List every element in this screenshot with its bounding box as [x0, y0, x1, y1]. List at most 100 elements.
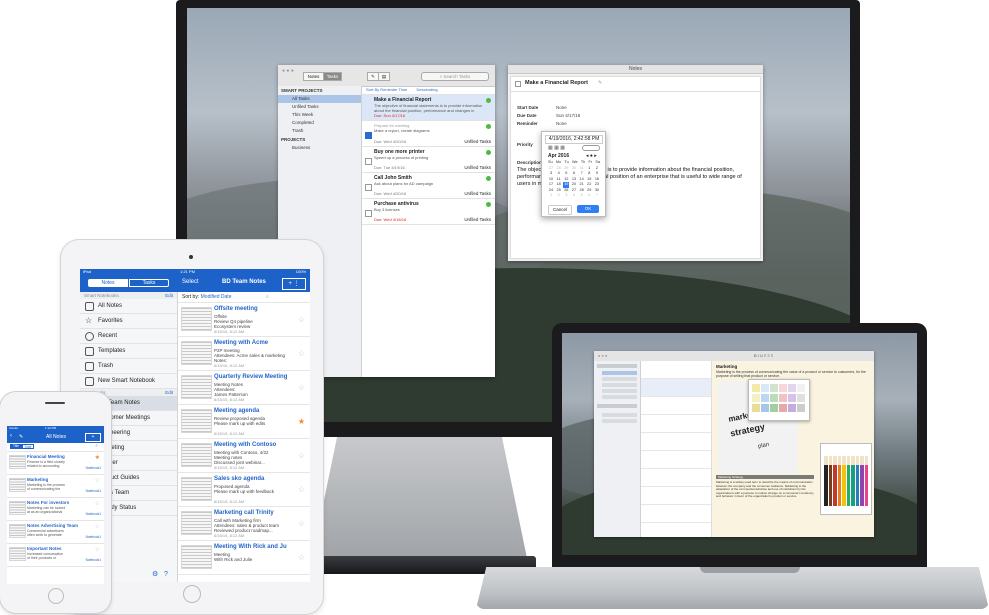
- reminder-value[interactable]: None: [556, 121, 567, 126]
- tab-title[interactable]: Title: [10, 444, 22, 449]
- task-checkbox[interactable]: [365, 158, 372, 165]
- pencil-swatch[interactable]: [837, 456, 841, 506]
- list-item[interactable]: [641, 505, 711, 523]
- calendar-day[interactable]: 7: [594, 193, 600, 199]
- add-note-icon[interactable]: + ⋮: [282, 278, 306, 290]
- sidebar-item-this-week[interactable]: This Week: [278, 111, 361, 119]
- color-swatch[interactable]: [752, 404, 760, 412]
- notebook-link[interactable]: Notebook1: [86, 489, 101, 493]
- complete-check-icon[interactable]: [486, 124, 491, 129]
- sidebar-item-unfiled-tasks[interactable]: Unfiled Tasks: [278, 103, 361, 111]
- list-item[interactable]: [641, 397, 711, 415]
- favorite-star-icon[interactable]: ☆: [298, 451, 305, 460]
- favorite-star-icon[interactable]: ☆: [95, 500, 100, 507]
- task-detail-title[interactable]: Make a Financial Report: [525, 80, 588, 86]
- color-swatch[interactable]: [761, 384, 769, 392]
- notebook-link[interactable]: Notebook1: [86, 558, 101, 562]
- edit-button[interactable]: Edit: [165, 389, 173, 396]
- list-item[interactable]: [641, 487, 711, 505]
- note-card[interactable]: Meeting agenda Review proposed agenda Plea…: [178, 405, 310, 439]
- pencil-swatch[interactable]: [828, 456, 832, 506]
- compose-icon[interactable]: ✎: [19, 434, 23, 440]
- list-item[interactable]: [641, 415, 711, 433]
- sidebar-item-business[interactable]: Business: [278, 144, 361, 152]
- sidebar-item-recent[interactable]: Recent: [80, 329, 177, 344]
- datetime-field[interactable]: 4/19/2016, 2:42:58 PM: [545, 135, 603, 144]
- sort-value[interactable]: Modified Date: [201, 294, 232, 300]
- search-tasks-input[interactable]: ⌕ Search Tasks: [421, 72, 489, 81]
- cancel-button[interactable]: Cancel: [548, 205, 572, 215]
- pencil-swatch[interactable]: [842, 456, 846, 506]
- list-item[interactable]: [641, 451, 711, 469]
- tab-notes[interactable]: Notes: [88, 279, 128, 287]
- ok-button[interactable]: OK: [577, 205, 599, 213]
- complete-check-icon[interactable]: [486, 150, 491, 155]
- favorite-star-icon[interactable]: ☆: [95, 523, 100, 530]
- color-swatch[interactable]: [770, 404, 778, 412]
- sidebar-item-all-tasks[interactable]: All Tasks: [278, 95, 361, 103]
- color-swatch[interactable]: [770, 384, 778, 392]
- settings-gear-icon[interactable]: ⚙: [152, 570, 158, 578]
- color-swatch[interactable]: [752, 394, 760, 402]
- calendar-day[interactable]: 1: [548, 193, 554, 199]
- pencil-swatches[interactable]: [824, 456, 868, 506]
- complete-check-icon[interactable]: [486, 98, 491, 103]
- tasks-tab[interactable]: Tasks: [323, 72, 342, 81]
- notebook-link[interactable]: Notebook1: [86, 466, 101, 470]
- sidebar-item-new-smart-notebook[interactable]: New Smart Notebook: [80, 374, 177, 389]
- color-swatch[interactable]: [788, 404, 796, 412]
- task-row[interactable]: Make a Financial Report The objective of…: [362, 95, 495, 121]
- color-swatches[interactable]: [752, 384, 806, 416]
- sort-bar[interactable]: Sort By Reminder Time Descending: [362, 86, 495, 95]
- task-complete-checkbox[interactable]: [515, 81, 521, 87]
- complete-check-icon[interactable]: [486, 202, 491, 207]
- list-item[interactable]: [641, 379, 711, 397]
- favorite-star-icon[interactable]: ☆: [95, 546, 100, 553]
- color-swatch[interactable]: [770, 394, 778, 402]
- favorite-star-icon[interactable]: ☆: [298, 315, 305, 324]
- color-swatch[interactable]: [761, 394, 769, 402]
- month-nav-arrows[interactable]: ◂ ● ▸: [586, 153, 597, 159]
- task-row[interactable]: Call John Smith Ask about plans for AD c…: [362, 173, 495, 199]
- task-checkbox[interactable]: [365, 210, 372, 217]
- note-card[interactable]: Quarterly Review Meeting Meeting Notes Att…: [178, 371, 310, 405]
- sort-order-label[interactable]: Descending: [416, 87, 437, 92]
- note-card[interactable]: Marketing call Trinity Call with Marketin…: [178, 507, 310, 541]
- note-card[interactable]: Notes Advertising Team Commercial adverti…: [7, 521, 104, 544]
- search-icon[interactable]: ⌕: [95, 443, 98, 449]
- start-date-value[interactable]: None: [556, 105, 567, 110]
- tab-tasks[interactable]: Tasks: [129, 279, 169, 287]
- calendar-day[interactable]: 3: [563, 193, 569, 199]
- task-row[interactable]: Buy one more printer Speed up a process …: [362, 147, 495, 173]
- note-card[interactable]: Sales sko agenda Proposed agenda Please ma…: [178, 473, 310, 507]
- favorite-star-icon[interactable]: ☆: [298, 349, 305, 358]
- favorite-star-icon[interactable]: ★: [95, 454, 100, 461]
- notes-tab[interactable]: Notes: [303, 72, 324, 81]
- list-item[interactable]: [641, 433, 711, 451]
- favorite-star-icon[interactable]: ★: [298, 417, 305, 426]
- back-chevron-icon[interactable]: ‹: [10, 433, 12, 439]
- color-swatch[interactable]: [797, 384, 805, 392]
- note-card[interactable]: Marketing Marketing is the process of comm…: [7, 475, 104, 498]
- iphone-home-button[interactable]: [48, 588, 64, 604]
- task-row[interactable]: Prepare for meeting Make a report, creat…: [362, 121, 495, 147]
- note-card[interactable]: Meeting with Acme P2P meeting Attendees: A…: [178, 337, 310, 371]
- format-toolbar-icons[interactable]: B I U ≡ ≡ ≡: [754, 353, 773, 358]
- sidebar-item-trash[interactable]: Trash: [80, 359, 177, 374]
- note-card[interactable]: Meeting With Rick and Ju Meeting With Rick…: [178, 541, 310, 575]
- trash-icon[interactable]: ▤: [378, 72, 390, 81]
- color-swatch[interactable]: [761, 404, 769, 412]
- sidebar-item-favorites[interactable]: ☆ Favorites: [80, 314, 177, 329]
- note-card[interactable]: Offsite meeting Offsite Review Q4 pipeline…: [178, 303, 310, 337]
- color-swatch[interactable]: [788, 394, 796, 402]
- favorite-star-icon[interactable]: ☆: [298, 383, 305, 392]
- calendar-day[interactable]: 5: [579, 193, 585, 199]
- doc-paragraph[interactable]: Marketing is the process of communicatin…: [716, 370, 871, 378]
- window-controls[interactable]: ● ● ●: [598, 353, 607, 358]
- tab-date[interactable]: Date: [22, 444, 34, 449]
- note-card[interactable]: Important Notes Increased consumption of t…: [7, 544, 104, 567]
- task-checkbox[interactable]: [365, 132, 372, 139]
- help-icon[interactable]: ?: [164, 571, 168, 578]
- date-mode-icons[interactable]: ▦ ▦ ▦: [548, 145, 565, 151]
- add-note-icon[interactable]: +: [85, 433, 101, 442]
